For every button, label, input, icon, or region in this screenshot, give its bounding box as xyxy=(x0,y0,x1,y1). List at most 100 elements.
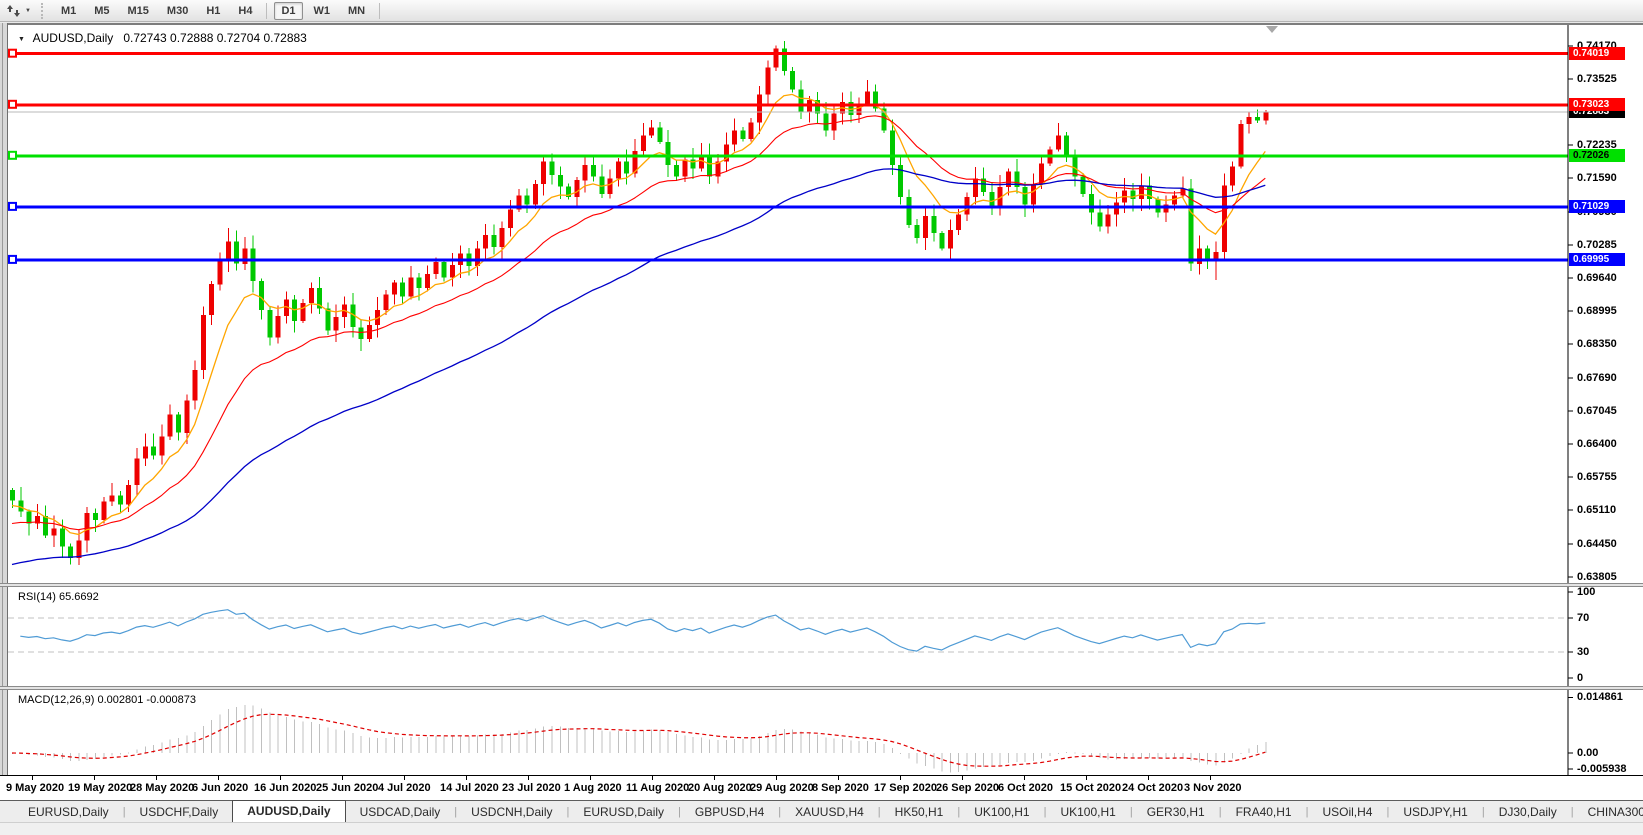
price-tick-label: 0.65755 xyxy=(1577,471,1617,483)
price-chart-pane: ▼ AUDUSD,Daily 0.72743 0.72888 0.72704 0… xyxy=(8,25,1643,583)
rsi-tick-label: 0 xyxy=(1577,672,1583,684)
candle-body xyxy=(201,315,206,370)
macd-histogram-bar xyxy=(759,736,760,753)
horizontal-level-line[interactable] xyxy=(8,52,1568,55)
macd-histogram-bar xyxy=(867,741,868,753)
chart-tab-hk50-h1[interactable]: HK50,H1 xyxy=(881,802,958,822)
time-axis-label: 20 Aug 2020 xyxy=(688,782,752,794)
macd-histogram-bar xyxy=(875,742,876,753)
macd-histogram-bar xyxy=(78,753,79,761)
macd-histogram-bar xyxy=(967,753,968,771)
time-tick-mark xyxy=(1210,776,1211,780)
price-tick-label: 0.71590 xyxy=(1577,172,1617,184)
chart-tab-usdchf-daily[interactable]: USDCHF,Daily xyxy=(126,802,233,822)
candle-body xyxy=(915,225,920,238)
chart-tab-usdjpy-h1[interactable]: USDJPY,H1 xyxy=(1389,802,1481,822)
chart-tab-eurusd-daily[interactable]: EURUSD,Daily xyxy=(569,802,678,822)
timeframe-button-m5[interactable]: M5 xyxy=(87,2,116,20)
macd-histogram-bar xyxy=(278,715,279,753)
price-tick-label: 0.63805 xyxy=(1577,571,1617,583)
timeframe-button-w1[interactable]: W1 xyxy=(307,2,338,20)
level-handle[interactable] xyxy=(9,101,16,108)
rsi-pane: RSI(14) 65.6692 10070300 xyxy=(8,587,1643,686)
time-axis-label: 3 Nov 2020 xyxy=(1184,782,1241,794)
macd-histogram-bar xyxy=(120,753,121,755)
macd-histogram-bar xyxy=(45,753,46,757)
chart-tab-audusd-daily[interactable]: AUDUSD,Daily xyxy=(232,800,345,822)
chart-tab-xauusd-h4[interactable]: XAUUSD,H4 xyxy=(781,802,878,822)
macd-histogram-bar xyxy=(842,739,843,753)
macd-tick-label: 0.00 xyxy=(1577,747,1598,759)
level-handle[interactable] xyxy=(9,256,16,263)
macd-histogram-bar xyxy=(502,734,503,753)
candle-body xyxy=(151,447,156,456)
chart-tab-china300-h1[interactable]: CHINA300,H1 xyxy=(1574,802,1643,822)
timeframe-button-m30[interactable]: M30 xyxy=(160,2,195,20)
macd-histogram-bar xyxy=(908,753,909,758)
toolbar-grip[interactable] xyxy=(41,3,46,19)
horizontal-level-line[interactable] xyxy=(8,258,1568,261)
rsi-tick-label: 70 xyxy=(1577,612,1589,624)
chart-tab-fra40-h1[interactable]: FRA40,H1 xyxy=(1222,802,1306,822)
macd-histogram-bar xyxy=(933,753,934,769)
macd-histogram-bar xyxy=(784,729,785,753)
candle-body xyxy=(10,490,15,500)
timeframe-button-m15[interactable]: M15 xyxy=(121,2,156,20)
time-axis-label: 6 Jun 2020 xyxy=(192,782,248,794)
level-handle[interactable] xyxy=(9,50,16,57)
chart-tab-uk100-h1[interactable]: UK100,H1 xyxy=(960,802,1043,822)
candle-body xyxy=(126,485,131,505)
candle-body xyxy=(218,261,223,285)
chart-tab-uk100-h1[interactable]: UK100,H1 xyxy=(1046,802,1129,822)
chart-shift-marker-icon[interactable] xyxy=(1266,26,1278,33)
horizontal-level-line[interactable] xyxy=(8,205,1568,208)
timeframe-button-m1[interactable]: M1 xyxy=(54,2,83,20)
chart-tab-usdcad-daily[interactable]: USDCAD,Daily xyxy=(346,802,455,822)
time-axis[interactable]: 9 May 202019 May 202028 May 20206 Jun 20… xyxy=(0,775,1643,800)
macd-histogram-bar xyxy=(211,720,212,753)
chart-tab-gbpusd-h4[interactable]: GBPUSD,H4 xyxy=(681,802,778,822)
macd-histogram-bar xyxy=(1216,753,1217,766)
candle-body xyxy=(1097,213,1102,227)
horizontal-level-line[interactable] xyxy=(8,154,1568,157)
chart-tab-usdcnh-daily[interactable]: USDCNH,Daily xyxy=(457,802,566,822)
macd-histogram-bar xyxy=(269,713,270,753)
macd-histogram-bar xyxy=(626,732,627,753)
level-handle[interactable] xyxy=(9,152,16,159)
chart-tab-usoil-h4[interactable]: USOil,H4 xyxy=(1308,802,1386,822)
chart-tab-eurusd-daily[interactable]: EURUSD,Daily xyxy=(14,802,123,822)
macd-canvas[interactable] xyxy=(8,690,1643,775)
timeframe-button-mn[interactable]: MN xyxy=(341,2,372,20)
candle-body xyxy=(931,216,936,233)
candle-body xyxy=(624,161,629,173)
time-tick-mark xyxy=(1148,776,1149,780)
toolbar-dropdown-icon[interactable]: ▼ xyxy=(23,8,37,14)
macd-histogram-bar xyxy=(900,753,901,754)
rsi-canvas[interactable] xyxy=(8,587,1643,686)
level-handle[interactable] xyxy=(9,203,16,210)
macd-histogram-bar xyxy=(892,748,893,753)
candle-body xyxy=(1056,136,1061,150)
timeframe-button-h1[interactable]: H1 xyxy=(199,2,227,20)
collapse-icon[interactable]: ▼ xyxy=(18,36,25,43)
price-tick-label: 0.68995 xyxy=(1577,305,1617,317)
price-tick-label: 0.66400 xyxy=(1577,438,1617,450)
time-tick-mark xyxy=(342,776,343,780)
candle-body xyxy=(865,92,870,104)
timeframe-button-d1[interactable]: D1 xyxy=(274,2,302,20)
macd-histogram-bar xyxy=(112,753,113,755)
charts-toolbar-icon[interactable] xyxy=(5,3,23,19)
macd-histogram-bar xyxy=(834,739,835,753)
chart-tab-ger30-h1[interactable]: GER30,H1 xyxy=(1133,802,1219,822)
macd-histogram-bar xyxy=(1108,753,1109,759)
candle-body xyxy=(1230,166,1235,185)
price-chart-canvas[interactable] xyxy=(8,25,1643,583)
macd-histogram-bar xyxy=(1240,753,1241,754)
chart-tab-dj30-daily[interactable]: DJ30,Daily xyxy=(1485,802,1571,822)
candle-body xyxy=(76,540,81,557)
macd-histogram-bar xyxy=(684,735,685,753)
horizontal-level-line[interactable] xyxy=(8,103,1568,106)
macd-histogram-bar xyxy=(1224,753,1225,762)
timeframe-button-h4[interactable]: H4 xyxy=(231,2,259,20)
time-axis-label: 16 Jun 2020 xyxy=(254,782,316,794)
